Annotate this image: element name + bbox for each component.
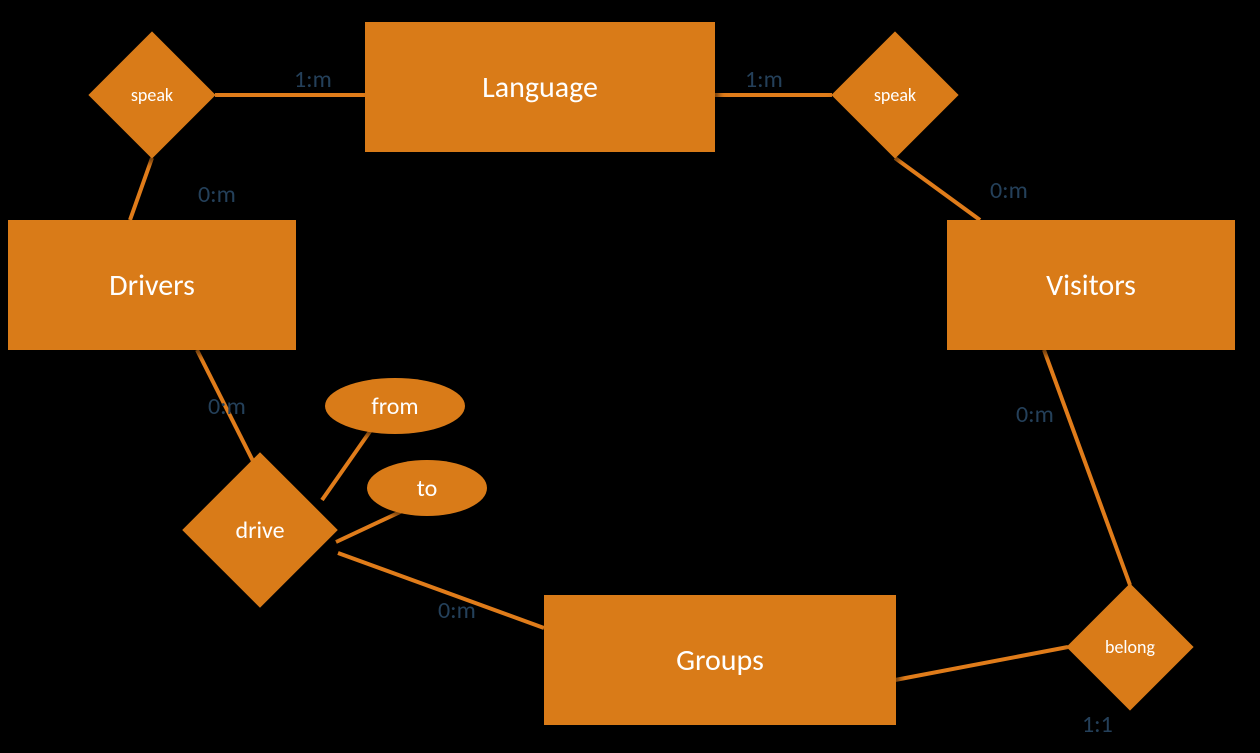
- relationship-speak-right: speak: [850, 50, 940, 140]
- relationship-drive: drive: [205, 475, 315, 585]
- entity-drivers: Drivers: [8, 220, 296, 350]
- cardinality-belong-groups: 1:1: [1082, 710, 1113, 739]
- attribute-to: to: [367, 460, 487, 516]
- entity-label: Language: [482, 69, 598, 106]
- cardinality-drive-groups: 0:m: [438, 596, 476, 625]
- entity-label: Drivers: [109, 267, 195, 304]
- cardinality-belong-visitors: 0:m: [1016, 400, 1054, 429]
- er-diagram: Language Drivers Visitors Groups speak s…: [0, 0, 1260, 753]
- entity-label: Groups: [676, 642, 764, 679]
- relationship-label: drive: [235, 516, 284, 545]
- cardinality-drive-drivers: 0:m: [208, 392, 246, 421]
- cardinality-speak-right-language: 1:m: [745, 65, 783, 94]
- relationship-label: speak: [131, 84, 173, 106]
- relationship-speak-left: speak: [107, 50, 197, 140]
- attribute-label: to: [417, 474, 437, 503]
- entity-groups: Groups: [544, 595, 896, 725]
- relationship-belong: belong: [1085, 602, 1175, 692]
- attribute-from: from: [325, 378, 465, 434]
- relationship-label: speak: [874, 84, 916, 106]
- attribute-label: from: [371, 392, 418, 421]
- cardinality-speak-left-language: 1:m: [294, 65, 332, 94]
- cardinality-speak-right-visitors: 0:m: [990, 176, 1028, 205]
- entity-language: Language: [365, 22, 715, 152]
- entity-label: Visitors: [1046, 267, 1136, 304]
- entity-visitors: Visitors: [947, 220, 1235, 350]
- relationship-label: belong: [1105, 636, 1155, 658]
- cardinality-speak-left-drivers: 0:m: [198, 180, 236, 209]
